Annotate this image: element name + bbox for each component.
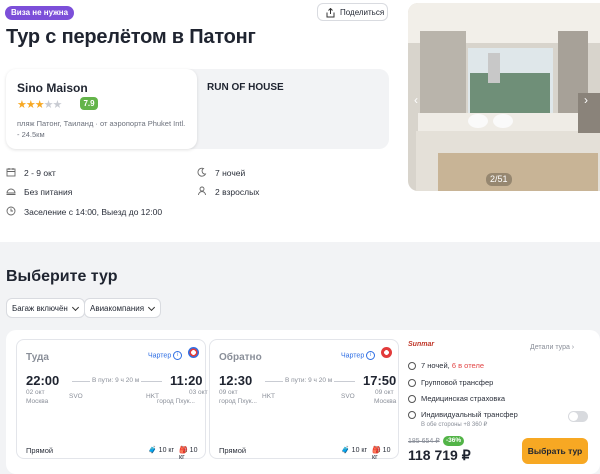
room-type: RUN OF HOUSE — [207, 82, 284, 93]
visa-badge: Виза не нужна — [5, 6, 75, 20]
car-icon — [408, 411, 416, 420]
section-title: Выберите тур — [6, 268, 118, 285]
arrival-date: 03 окт — [189, 389, 208, 396]
hotel-summary[interactable]: Sino Maison ★★★★★ 7.9 пляж Патонг, Таила… — [6, 69, 197, 149]
page-title: Тур с перелётом в Патонг — [6, 26, 256, 48]
tour-card: Туда Чартер i 22:00 02 окт Москва В пути:… — [6, 330, 600, 474]
prev-photo-icon[interactable]: ‹ — [414, 93, 418, 107]
departure-date: 02 окт — [26, 389, 45, 396]
flight-type: Прямой — [219, 446, 247, 455]
outbound-label: Туда — [26, 352, 49, 363]
share-button[interactable]: Поделиться — [317, 3, 388, 21]
return-label: Обратно — [219, 352, 262, 363]
hand-luggage: 🎒 10 кг — [372, 447, 391, 461]
filter-baggage[interactable]: Багаж включён — [6, 298, 85, 318]
flight-duration: В пути: 9 ч 20 м — [283, 377, 335, 384]
return-flight[interactable]: Обратно Чартер i 12:30 09 окт город Пхук.… — [209, 339, 399, 461]
airline-logo-icon — [188, 347, 199, 358]
departure-time: 12:30 — [219, 373, 253, 388]
hotel-header: Виза не нужна Поделиться Тур с перелётом… — [0, 0, 600, 242]
arrival-city: город Пхук... — [157, 398, 195, 405]
offer-panel: Sunmar Детали тура › 7 ночей, 6 в отеле … — [406, 339, 596, 469]
departure-date: 09 окт — [219, 389, 238, 396]
individual-transfer-note: В обе стороны +8 360 ₽ — [421, 422, 488, 428]
individual-transfer: Индивидуальный трансфер — [408, 410, 518, 420]
hotel-photo[interactable]: ‹ › — [408, 3, 600, 191]
calendar-icon — [6, 168, 16, 177]
airline-logo-icon — [381, 347, 392, 358]
filter-airline[interactable]: Авиакомпания — [84, 298, 162, 318]
outbound-flight[interactable]: Туда Чартер i 22:00 02 окт Москва В пути:… — [16, 339, 208, 461]
tour-price: 118 719 ₽ — [408, 447, 471, 463]
hotel-name: Sino Maison — [17, 81, 88, 95]
departure-time: 22:00 — [26, 373, 60, 388]
insurance-feature: Медицинская страховка — [408, 394, 505, 404]
share-label: Поделиться — [340, 8, 385, 17]
hotel-card: Sino Maison ★★★★★ 7.9 пляж Патонг, Таила… — [6, 69, 389, 149]
hotel-address: пляж Патонг, Таиланд · от аэропорта Phuk… — [17, 119, 186, 139]
departure-code: HKT — [262, 393, 275, 400]
hand-luggage: 🎒 10 кг — [179, 447, 198, 461]
nights-feature: 7 ночей, 6 в отеле — [408, 361, 484, 371]
photo-counter: 2/51 — [486, 173, 512, 186]
moon-icon — [408, 362, 416, 371]
check-icon — [408, 395, 416, 404]
next-photo-icon[interactable]: › — [584, 93, 588, 107]
departure-city: Москва — [26, 398, 49, 405]
arrival-city: Москва — [374, 398, 397, 405]
bag-allowance: 🧳 10 кг — [148, 447, 175, 454]
operator-logo: Sunmar — [408, 341, 435, 348]
arrival-time: 17:50 — [363, 373, 397, 388]
arrival-code: SVO — [341, 393, 355, 400]
bag-allowance: 🧳 10 кг — [341, 447, 368, 454]
share-icon — [326, 8, 335, 18]
departure-code: SVO — [69, 393, 83, 400]
info-icon: i — [173, 351, 183, 360]
individual-transfer-toggle[interactable] — [568, 411, 588, 422]
check-icon — [408, 379, 416, 388]
discount-badge: -36% — [443, 436, 465, 446]
info-icon: i — [366, 351, 376, 360]
departure-city: город Пхук... — [219, 398, 257, 405]
flight-duration: В пути: 9 ч 20 м — [90, 377, 142, 384]
arrival-time: 11:20 — [170, 373, 203, 388]
transfer-feature: Групповой трансфер — [408, 378, 493, 388]
select-tour-button[interactable]: Выбрать тур — [522, 438, 588, 464]
charter-badge: Чартер i — [148, 351, 183, 360]
meal-icon — [6, 188, 16, 195]
flight-type: Прямой — [26, 446, 54, 455]
old-price: 185 654 ₽ — [408, 438, 440, 445]
user-icon — [198, 186, 206, 196]
star-rating: ★★★★★ — [17, 99, 62, 111]
rating-badge: 7.9 — [80, 97, 98, 110]
arrival-date: 09 окт — [375, 389, 394, 396]
moon-icon — [197, 167, 207, 177]
charter-badge: Чартер i — [341, 351, 376, 360]
tour-details-link[interactable]: Детали тура › — [530, 344, 574, 351]
clock-icon — [6, 206, 16, 216]
